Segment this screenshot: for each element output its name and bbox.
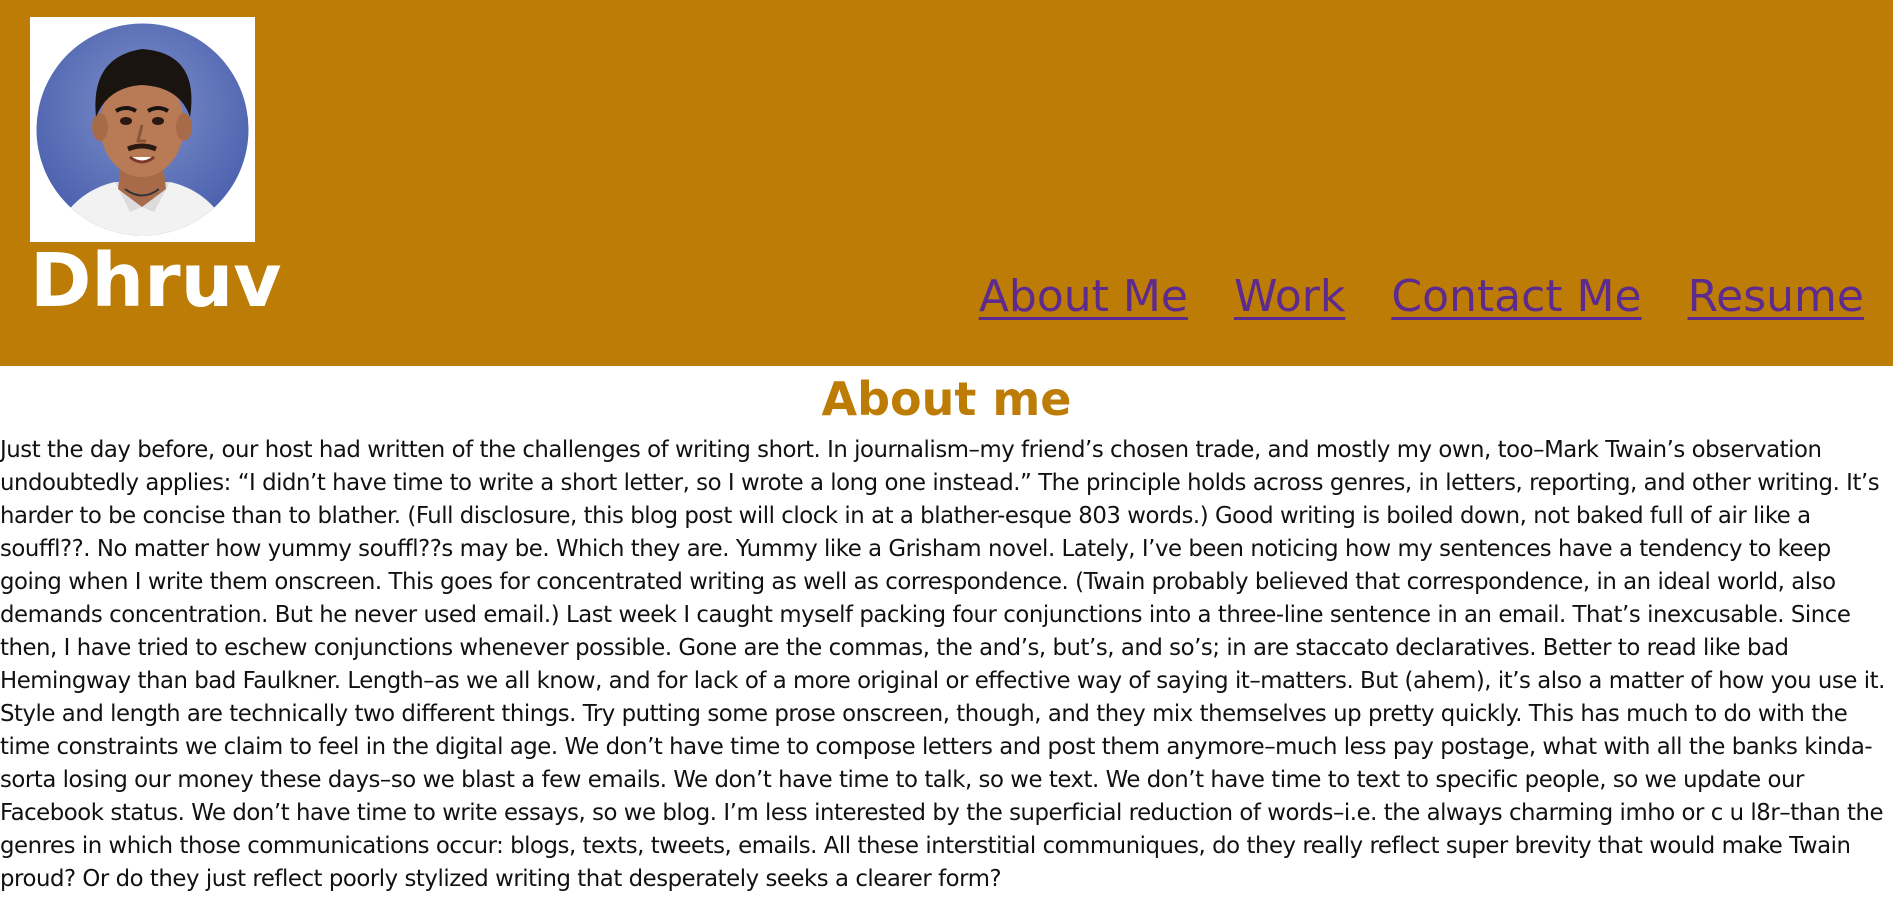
site-name: Dhruv [30, 238, 282, 324]
profile-photo-icon [36, 23, 249, 236]
about-heading: About me [821, 372, 1072, 426]
profile-photo [30, 17, 255, 242]
site-header: Dhruv About Me Work Contact Me Resume [0, 0, 1893, 366]
main-nav: About Me Work Contact Me Resume [979, 275, 1864, 319]
nav-link-work[interactable]: Work [1234, 275, 1345, 319]
nav-link-resume[interactable]: Resume [1688, 275, 1864, 319]
nav-link-contact-me[interactable]: Contact Me [1391, 275, 1641, 319]
about-body-text: Just the day before, our host had writte… [0, 437, 1885, 892]
nav-link-about-me[interactable]: About Me [979, 275, 1188, 319]
